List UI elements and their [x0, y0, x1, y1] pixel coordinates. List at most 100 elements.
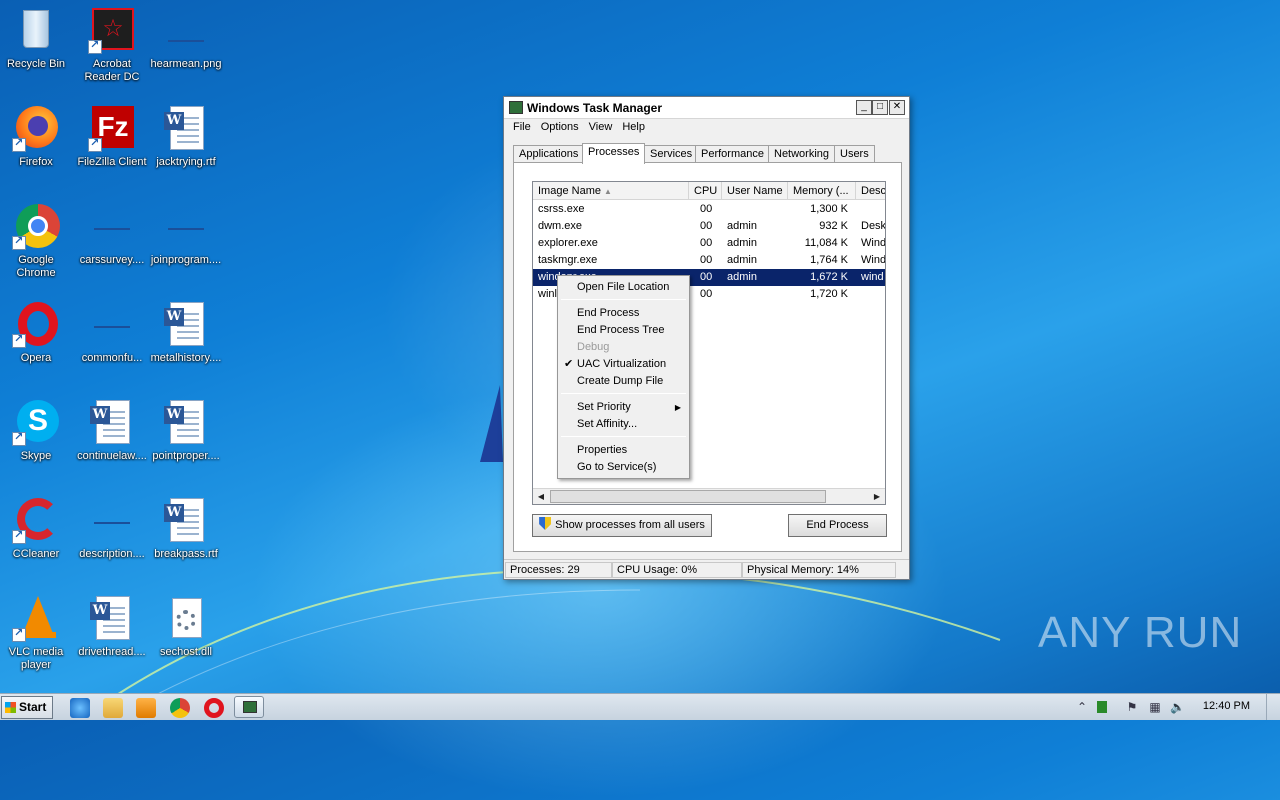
desktop-icon-description[interactable]: description.... [74, 496, 150, 561]
end-process-button[interactable]: End Process [788, 514, 887, 537]
desktop-icon-chrome[interactable]: Google Chrome [0, 202, 74, 280]
menu-item-go-to-services[interactable]: Go to Service(s) [560, 459, 687, 476]
column-user-name[interactable]: User Name [722, 182, 788, 200]
explorer-folder-icon[interactable] [103, 698, 123, 718]
menu-item-create-dump-file[interactable]: Create Dump File [560, 373, 687, 390]
menu-item-properties[interactable]: Properties [560, 442, 687, 459]
menu-item-set-priority[interactable]: Set Priority ▶ [560, 399, 687, 416]
desktop-icon-sechost[interactable]: sechost.dll [148, 594, 224, 659]
desktop-icon-breakpass[interactable]: W breakpass.rtf [148, 496, 224, 561]
blank-file-icon [88, 496, 136, 544]
system-tray: ⌃ ⚑ ▦ 🔈 12:40 PM [1075, 694, 1280, 720]
window-title: Windows Task Manager [527, 101, 663, 115]
show-hidden-icons-icon[interactable]: ⌃ [1075, 700, 1089, 714]
desktop-icon-continuelaw[interactable]: W continuelaw.... [74, 398, 150, 463]
scroll-left-icon[interactable]: ◀ [533, 489, 549, 504]
desktop-icon-metalhistory[interactable]: W metalhistory.... [148, 300, 224, 365]
start-button[interactable]: Start [1, 696, 53, 719]
desktop-icon-pointproper[interactable]: W pointproper.... [148, 398, 224, 463]
word-doc-icon: W [162, 496, 210, 544]
desktop-icon-acrobat[interactable]: ☆ Acrobat Reader DC [74, 6, 150, 84]
tab-services[interactable]: Services [644, 145, 699, 163]
menu-bar: File Options View Help [504, 119, 909, 137]
media-player-icon[interactable] [136, 698, 156, 718]
menu-item-debug: Debug [577, 341, 610, 353]
network-icon[interactable]: ▦ [1148, 700, 1162, 714]
desktop-icon-carssurvey[interactable]: carssurvey.... [74, 202, 150, 267]
blank-file-icon [88, 202, 136, 250]
desktop-icon-recycle-bin[interactable]: Recycle Bin [0, 6, 74, 71]
horizontal-scrollbar[interactable]: ◀ ▶ [533, 488, 885, 504]
menu-view[interactable]: View [584, 119, 618, 135]
desktop-icon-hearmean[interactable]: hearmean.png [148, 6, 224, 71]
tab-users[interactable]: Users [834, 145, 875, 163]
menu-file[interactable]: File [508, 119, 536, 135]
desktop-icon-firefox[interactable]: Firefox [0, 104, 74, 169]
show-desktop-button[interactable] [1266, 694, 1280, 720]
opera-icon [12, 300, 60, 348]
desktop-icon-filezilla[interactable]: Fz FileZilla Client [74, 104, 150, 169]
blank-file-icon [162, 202, 210, 250]
show-all-processes-button[interactable]: Show processes from all users [532, 514, 712, 537]
column-description[interactable]: Desc [856, 182, 885, 200]
menu-help[interactable]: Help [617, 119, 650, 135]
table-row[interactable]: explorer.exe 00 admin 11,084 K Wind [533, 235, 885, 252]
word-doc-icon: W [162, 398, 210, 446]
maximize-button[interactable]: □ [872, 100, 888, 115]
desktop-icon-joinprogram[interactable]: joinprogram.... [148, 202, 224, 267]
tab-applications[interactable]: Applications [513, 145, 585, 163]
desktop-icon-opera[interactable]: Opera [0, 300, 74, 365]
clock[interactable]: 12:40 PM [1203, 700, 1250, 712]
desktop-icon-skype[interactable]: S Skype [0, 398, 74, 463]
table-row[interactable]: csrss.exe 00 1,300 K [533, 201, 885, 218]
blank-file-icon [88, 300, 136, 348]
column-cpu[interactable]: CPU [689, 182, 722, 200]
anyrun-watermark: ANY RUN [1038, 608, 1243, 657]
desktop-icon-ccleaner[interactable]: CCleaner [0, 496, 74, 561]
word-doc-icon: W [88, 594, 136, 642]
title-bar[interactable]: Windows Task Manager _ □ ✕ [504, 97, 909, 119]
volume-icon[interactable]: 🔈 [1170, 700, 1185, 714]
desktop-icon-commonfu[interactable]: commonfu... [74, 300, 150, 365]
tab-networking[interactable]: Networking [768, 145, 836, 163]
menu-separator [561, 299, 686, 300]
menu-item-end-process[interactable]: End Process [560, 305, 687, 322]
opera-icon[interactable] [204, 698, 224, 718]
task-manager-taskbar-button[interactable] [234, 696, 264, 718]
taskbar: Start ⌃ ⚑ ▦ 🔈 12:40 PM [0, 693, 1280, 720]
close-button[interactable]: ✕ [889, 100, 905, 115]
menu-item-end-process-tree[interactable]: End Process Tree [560, 322, 687, 339]
tray-app-icon[interactable] [1097, 701, 1107, 713]
menu-item-open-file-location[interactable]: Open File Location [560, 279, 687, 296]
scroll-thumb[interactable] [550, 490, 826, 503]
task-manager-icon [243, 701, 257, 713]
uac-shield-icon [539, 517, 552, 530]
table-row[interactable]: taskmgr.exe 00 admin 1,764 K Wind [533, 252, 885, 269]
column-memory[interactable]: Memory (... [788, 182, 856, 200]
menu-item-set-affinity[interactable]: Set Affinity... [560, 416, 687, 433]
scroll-right-icon[interactable]: ▶ [869, 489, 885, 504]
minimize-button[interactable]: _ [856, 100, 872, 115]
desktop-icon-vlc[interactable]: VLC media player [0, 594, 74, 672]
windows-logo-icon [5, 702, 16, 713]
checkmark-icon: ✔ [564, 358, 574, 370]
status-processes: Processes: 29 [505, 562, 612, 578]
ie-icon[interactable] [70, 698, 90, 718]
column-image-name[interactable]: Image Name ▲ [533, 182, 689, 200]
dll-file-icon [162, 594, 210, 642]
tab-performance[interactable]: Performance [695, 145, 770, 163]
desktop-icon-jacktrying[interactable]: W jacktrying.rtf [148, 104, 224, 169]
table-row[interactable]: dwm.exe 00 admin 932 K Desk [533, 218, 885, 235]
menu-separator [561, 436, 686, 437]
acrobat-icon: ☆ [88, 6, 136, 54]
chrome-icon[interactable] [170, 698, 190, 718]
status-cpu: CPU Usage: 0% [612, 562, 742, 578]
context-menu: Open File Location End Process End Proce… [557, 275, 690, 479]
tab-processes[interactable]: Processes [582, 143, 646, 164]
menu-item-uac-virtualization[interactable]: ✔ UAC Virtualization [560, 356, 687, 373]
action-center-flag-icon[interactable]: ⚑ [1125, 700, 1139, 714]
submenu-arrow-icon: ▶ [674, 403, 681, 412]
desktop-icon-drivethread[interactable]: W drivethread.... [74, 594, 150, 659]
menu-options[interactable]: Options [536, 119, 584, 135]
firefox-icon [12, 104, 60, 152]
